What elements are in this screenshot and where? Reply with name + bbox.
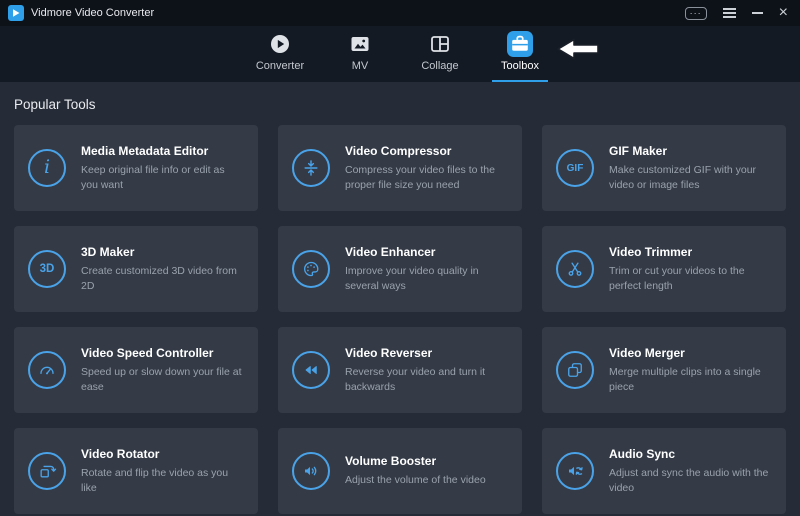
tool-title: Video Trimmer — [609, 245, 772, 259]
info-icon: i — [28, 149, 66, 187]
main-content: Popular Tools i Media Metadata Editor Ke… — [0, 82, 800, 514]
tool-description: Compress your video files to the proper … — [345, 163, 508, 192]
window-controls: ··· × — [685, 7, 788, 20]
titlebar: Vidmore Video Converter ··· × — [0, 0, 800, 26]
scissors-icon — [556, 250, 594, 288]
tool-description: Reverse your video and turn it backwards — [345, 365, 508, 394]
tool-description: Adjust the volume of the video — [345, 473, 486, 488]
tool-card-video-reverser[interactable]: Video Reverser Reverse your video and tu… — [278, 327, 522, 413]
main-nav: Converter MV Collage Toolbox — [0, 26, 800, 82]
tool-card-gif-maker[interactable]: GIF GIF Maker Make customized GIF with y… — [542, 125, 786, 211]
toolbox-icon — [507, 31, 533, 57]
tool-title: Video Speed Controller — [81, 346, 244, 360]
tool-title: Video Compressor — [345, 144, 508, 158]
converter-icon — [267, 31, 293, 57]
tool-title: 3D Maker — [81, 245, 244, 259]
tool-card-video-speed-controller[interactable]: Video Speed Controller Speed up or slow … — [14, 327, 258, 413]
tool-card-volume-booster[interactable]: Volume Booster Adjust the volume of the … — [278, 428, 522, 514]
volume-icon — [292, 452, 330, 490]
tool-title: Audio Sync — [609, 447, 772, 461]
app-title: Vidmore Video Converter — [31, 7, 154, 19]
tool-card-video-enhancer[interactable]: Video Enhancer Improve your video qualit… — [278, 226, 522, 312]
mv-icon — [347, 31, 373, 57]
tab-label: Collage — [421, 60, 458, 72]
more-options-button[interactable]: ··· — [685, 7, 707, 20]
tools-grid: i Media Metadata Editor Keep original fi… — [14, 125, 786, 514]
tool-title: Volume Booster — [345, 454, 486, 468]
pointer-arrow-icon — [556, 37, 600, 61]
tool-title: Video Merger — [609, 346, 772, 360]
audio-sync-icon — [556, 452, 594, 490]
merge-icon — [556, 351, 594, 389]
tab-converter[interactable]: Converter — [247, 26, 313, 82]
app-logo-icon — [8, 5, 24, 21]
tool-description: Rotate and flip the video as you like — [81, 466, 244, 495]
collage-icon — [427, 31, 453, 57]
app-window: Vidmore Video Converter ··· × Converter … — [0, 0, 800, 514]
section-title: Popular Tools — [14, 82, 786, 125]
close-button[interactable]: × — [779, 7, 788, 19]
3d-icon: 3D — [28, 250, 66, 288]
tool-description: Improve your video quality in several wa… — [345, 264, 508, 293]
tool-description: Speed up or slow down your file at ease — [81, 365, 244, 394]
tool-card-video-rotator[interactable]: Video Rotator Rotate and flip the video … — [14, 428, 258, 514]
tab-collage[interactable]: Collage — [407, 26, 473, 82]
menu-button[interactable] — [723, 8, 736, 18]
palette-icon — [292, 250, 330, 288]
tool-card-video-trimmer[interactable]: Video Trimmer Trim or cut your videos to… — [542, 226, 786, 312]
tool-description: Create customized 3D video from 2D — [81, 264, 244, 293]
tool-description: Merge multiple clips into a single piece — [609, 365, 772, 394]
tool-description: Make customized GIF with your video or i… — [609, 163, 772, 192]
speedometer-icon — [28, 351, 66, 389]
tool-title: Video Rotator — [81, 447, 244, 461]
tool-title: Video Reverser — [345, 346, 508, 360]
tool-description: Trim or cut your videos to the perfect l… — [609, 264, 772, 293]
tab-mv[interactable]: MV — [327, 26, 393, 82]
tool-card-3d-maker[interactable]: 3D 3D Maker Create customized 3D video f… — [14, 226, 258, 312]
tool-card-video-compressor[interactable]: Video Compressor Compress your video fil… — [278, 125, 522, 211]
gif-icon: GIF — [556, 149, 594, 187]
tool-title: GIF Maker — [609, 144, 772, 158]
rotate-icon — [28, 452, 66, 490]
tool-card-video-merger[interactable]: Video Merger Merge multiple clips into a… — [542, 327, 786, 413]
rewind-icon — [292, 351, 330, 389]
tool-description: Adjust and sync the audio with the video — [609, 466, 772, 495]
compress-icon — [292, 149, 330, 187]
tool-card-media-metadata-editor[interactable]: i Media Metadata Editor Keep original fi… — [14, 125, 258, 211]
tab-label: Converter — [256, 60, 304, 72]
minimize-button[interactable] — [752, 12, 763, 14]
tool-title: Video Enhancer — [345, 245, 508, 259]
tool-title: Media Metadata Editor — [81, 144, 244, 158]
tab-toolbox[interactable]: Toolbox — [487, 26, 553, 82]
tool-description: Keep original file info or edit as you w… — [81, 163, 244, 192]
tool-card-audio-sync[interactable]: Audio Sync Adjust and sync the audio wit… — [542, 428, 786, 514]
tab-label: Toolbox — [501, 60, 539, 72]
tab-label: MV — [352, 60, 369, 72]
